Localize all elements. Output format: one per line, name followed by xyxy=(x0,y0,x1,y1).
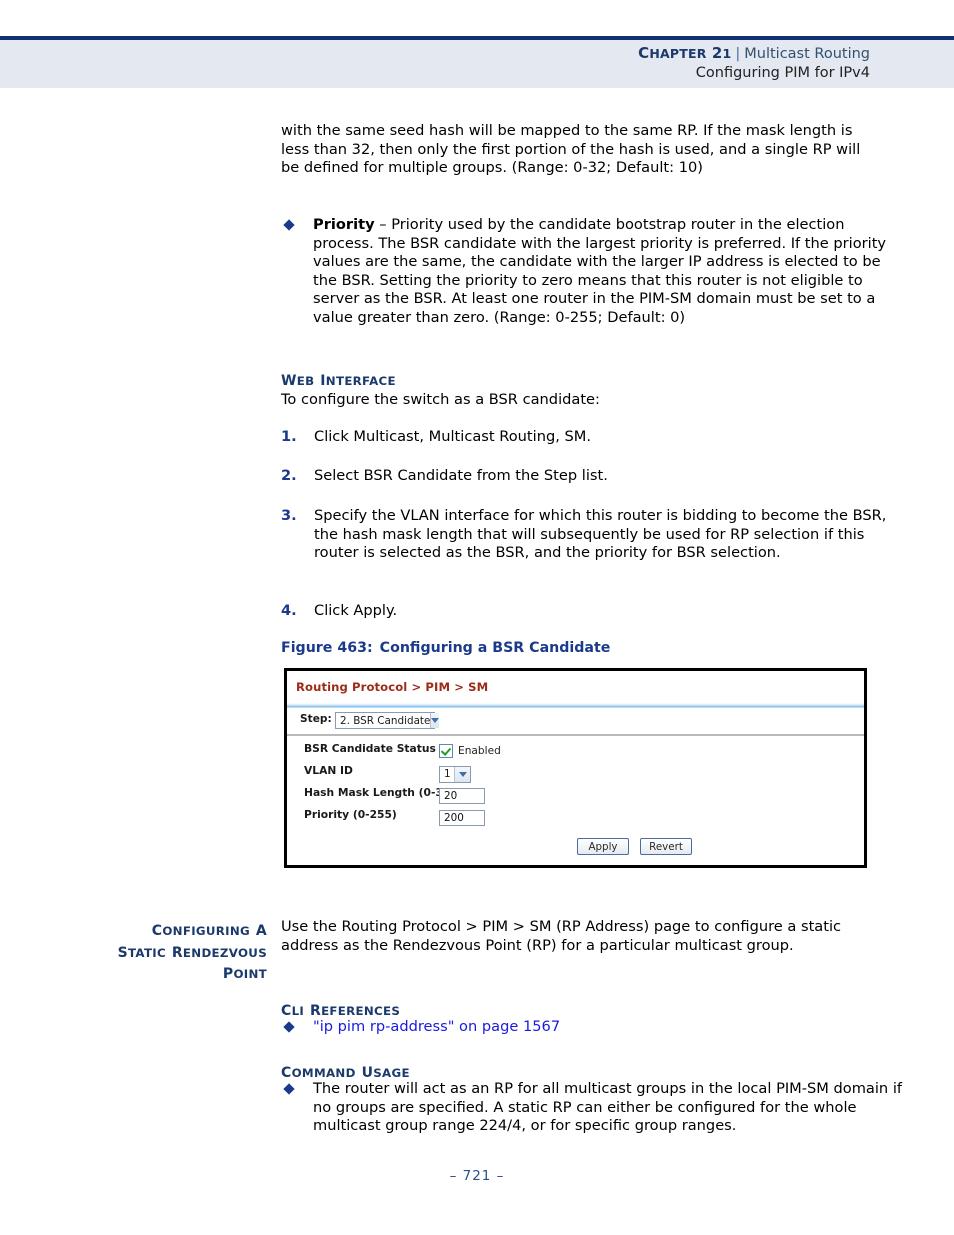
ui-divider-line xyxy=(287,734,864,736)
diamond-bullet-icon xyxy=(283,219,295,231)
ui-button-row: Apply Revert xyxy=(577,838,692,855)
ui-label-bsr-candidate-status: BSR Candidate Status xyxy=(304,742,436,755)
page-header: CHAPTER 21 | Multicast Routing Configuring… xyxy=(0,0,954,88)
header-chapter-number: CHAPTER 21 xyxy=(638,44,732,62)
margin-heading-line-2: STATIC RENDEZVOUS xyxy=(117,944,267,961)
priority-description: Priority used by the candidate bootstrap… xyxy=(313,216,887,326)
ui-form-row-hash-mask-length: Hash Mask Length (0-32) xyxy=(287,783,864,805)
figure-caption-number: Figure 463: xyxy=(281,640,373,656)
margin-heading-line-3: POINT xyxy=(222,966,267,982)
step-number: 3. xyxy=(281,507,297,524)
ui-label-hash-mask-length: Hash Mask Length (0-32) xyxy=(304,786,456,799)
ui-vlan-id-value: 1 xyxy=(444,768,451,780)
header-text-block: CHAPTER 21 | Multicast Routing Configuring… xyxy=(638,40,870,83)
ui-control-hash-mask-length xyxy=(439,784,485,804)
diamond-bullet-icon xyxy=(283,1083,295,1095)
ui-label-vlan-id: VLAN ID xyxy=(304,764,353,777)
header-chapter-line: CHAPTER 21 | Multicast Routing xyxy=(638,44,870,64)
margin-heading-line-1: CONFIGURING A xyxy=(151,923,267,939)
web-interface-heading: WEB INTERFACE xyxy=(281,373,396,389)
static-rp-body: Use the Routing Protocol > PIM > SM (RP … xyxy=(281,918,842,954)
ui-form-row-bsr-status: BSR Candidate Status Enabled xyxy=(287,739,864,761)
figure-caption: Figure 463: Configuring a BSR Candidate xyxy=(281,640,610,656)
priority-term: Priority xyxy=(313,216,375,233)
apply-button[interactable]: Apply xyxy=(577,838,629,855)
step-text: Click Apply. xyxy=(314,602,398,619)
step-text: Select BSR Candidate from the Step list. xyxy=(314,467,608,484)
figure-caption-title: Configuring a BSR Candidate xyxy=(379,640,611,656)
step-number: 4. xyxy=(281,602,297,619)
command-usage-bullet-item: The router will act as an RP for all mul… xyxy=(281,1080,905,1136)
chevron-down-icon[interactable] xyxy=(430,713,440,728)
cli-reference-item: "ip pim rp-address" on page 1567 xyxy=(281,1018,901,1037)
ui-checkbox-label: Enabled xyxy=(458,744,501,757)
page-number: – 721 – xyxy=(449,1168,505,1184)
ui-vlan-id-select[interactable]: 1 xyxy=(439,765,471,783)
chevron-down-icon[interactable] xyxy=(454,766,470,782)
command-usage-heading: COMMAND USAGE xyxy=(281,1065,410,1081)
step-item-3: 3. Specify the VLAN interface for which … xyxy=(281,507,902,563)
step-text: Specify the VLAN interface for which thi… xyxy=(314,507,887,562)
figure-screenshot-bsr-candidate: Routing Protocol > PIM > SM Step: 2. BSR… xyxy=(284,668,867,868)
header-subtitle: Configuring PIM for IPv4 xyxy=(695,65,870,81)
diamond-bullet-icon xyxy=(283,1021,295,1033)
header-separator: | xyxy=(735,46,741,62)
ui-form-row-vlan-id: VLAN ID 1 xyxy=(287,761,864,783)
ui-label-priority: Priority (0-255) xyxy=(304,808,397,821)
cli-references-heading: CLI REFERENCES xyxy=(281,1003,401,1019)
ui-step-label: Step: xyxy=(300,713,332,725)
revert-button[interactable]: Revert xyxy=(640,838,692,855)
continued-paragraph: with the same seed hash will be mapped t… xyxy=(281,122,861,177)
step-text: Click Multicast, Multicast Routing, SM. xyxy=(314,428,591,445)
priority-dash-glyph: – xyxy=(379,216,387,233)
step-number: 1. xyxy=(281,428,297,445)
ui-breadcrumb: Routing Protocol > PIM > SM xyxy=(296,680,489,694)
ui-control-priority xyxy=(439,806,485,826)
step-item-2: 2. Select BSR Candidate from the Step li… xyxy=(281,467,902,486)
ui-priority-input[interactable] xyxy=(439,810,485,826)
command-usage-text: The router will act as an RP for all mul… xyxy=(313,1080,903,1135)
ui-control-bsr-status: Enabled xyxy=(439,740,501,759)
page-footer: – 721 – xyxy=(0,1168,954,1184)
ui-step-select-value: 2. BSR Candidate xyxy=(340,714,431,727)
priority-bullet-item: Priority – Priority used by the candidat… xyxy=(281,216,905,328)
cli-reference-link[interactable]: "ip pim rp-address" on page 1567 xyxy=(313,1018,560,1035)
web-interface-lead: To configure the switch as a BSR candida… xyxy=(281,391,600,408)
ui-form: BSR Candidate Status Enabled VLAN ID 1 H… xyxy=(287,739,864,827)
step-item-4: 4. Click Apply. xyxy=(281,602,902,621)
checkbox-checked-icon[interactable] xyxy=(439,743,453,758)
ui-form-row-priority: Priority (0-255) xyxy=(287,805,864,827)
ui-hash-mask-length-input[interactable] xyxy=(439,788,485,804)
ui-step-select[interactable]: 2. BSR Candidate xyxy=(335,712,440,729)
ui-control-vlan-id: 1 xyxy=(439,762,471,783)
section-margin-heading: CONFIGURING A STATIC RENDEZVOUS POINT xyxy=(90,920,267,985)
header-chapter-name: Multicast Routing xyxy=(744,46,870,62)
step-number: 2. xyxy=(281,467,297,484)
step-item-1: 1. Click Multicast, Multicast Routing, S… xyxy=(281,428,902,447)
